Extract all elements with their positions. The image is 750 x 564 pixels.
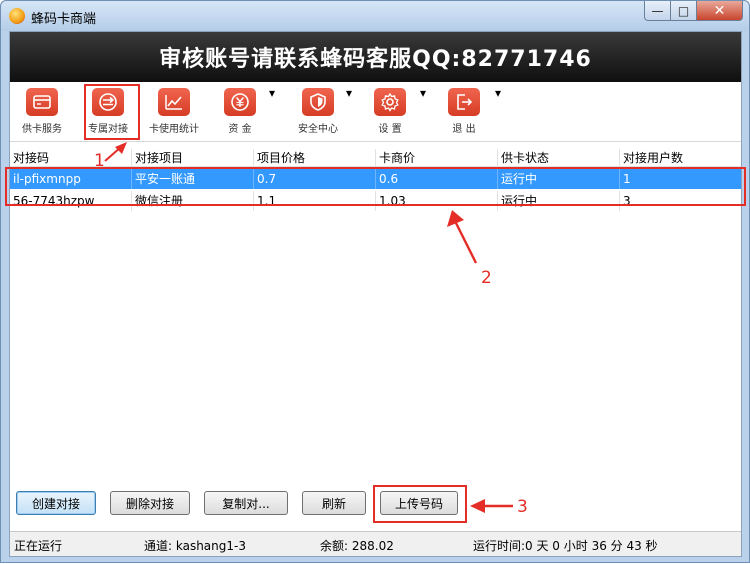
annotation-label-2: 2 bbox=[481, 268, 492, 288]
client-area: 审核账号请联系蜂码客服QQ:82771746 供卡服务 专属对接 卡使用统计 资… bbox=[9, 31, 742, 557]
table-header: 对接码 对接项目 项目价格 卡商价 供卡状态 对接用户数 bbox=[10, 149, 741, 167]
toolbar-card-stats[interactable]: 卡使用统计 bbox=[146, 86, 202, 138]
toolbar-exit[interactable]: 退 出 bbox=[440, 86, 488, 138]
toolbar-label: 供卡服务 bbox=[22, 124, 62, 135]
highlight-box-exclusive-connect bbox=[84, 84, 140, 140]
highlight-box-upload bbox=[373, 485, 467, 523]
column-header[interactable]: 供卡状态 bbox=[498, 149, 620, 167]
toolbar-settings[interactable]: 设 置 bbox=[366, 86, 414, 138]
copy-connection-button[interactable]: 复制对... bbox=[204, 491, 288, 515]
column-header[interactable]: 项目价格 bbox=[254, 149, 376, 167]
toolbar-card-service[interactable]: 供卡服务 bbox=[16, 86, 68, 138]
title-bar[interactable]: 蜂码卡商端 — □ ✕ bbox=[1, 1, 749, 31]
window-title: 蜂码卡商端 bbox=[31, 12, 97, 27]
maximize-button[interactable]: □ bbox=[671, 1, 697, 21]
yuan-icon bbox=[224, 88, 256, 116]
column-header[interactable]: 对接码 bbox=[10, 149, 132, 167]
toolbar-label: 资 金 bbox=[228, 124, 252, 135]
toolbar: 供卡服务 专属对接 卡使用统计 资 金 ▾ 安全中心 ▾ 设 置 ▾ 退 出 ▾ bbox=[10, 82, 741, 142]
status-channel: 通道: kashang1-3 bbox=[144, 539, 246, 553]
toolbar-funds[interactable]: 资 金 bbox=[218, 86, 262, 138]
card-icon bbox=[26, 88, 58, 116]
column-header[interactable]: 对接用户数 bbox=[620, 149, 741, 167]
status-bar: 正在运行 通道: kashang1-3 余额: 288.02 运行时间:0 天 … bbox=[10, 531, 741, 556]
column-header[interactable]: 卡商价 bbox=[376, 149, 498, 167]
window-controls: — □ ✕ bbox=[644, 1, 743, 21]
highlight-box-row bbox=[5, 167, 746, 206]
funds-dropdown-arrow[interactable]: ▾ bbox=[269, 86, 275, 138]
security-dropdown-arrow[interactable]: ▾ bbox=[346, 86, 352, 138]
exit-icon bbox=[448, 88, 480, 116]
toolbar-label: 卡使用统计 bbox=[149, 124, 199, 135]
annotation-label-3: 3 bbox=[517, 497, 528, 517]
toolbar-label: 退 出 bbox=[452, 124, 476, 135]
annotation-label-1: 1 bbox=[94, 151, 105, 171]
status-state: 正在运行 bbox=[14, 539, 63, 553]
toolbar-label: 安全中心 bbox=[298, 124, 338, 135]
status-balance: 余额: 288.02 bbox=[320, 539, 394, 553]
toolbar-security-center[interactable]: 安全中心 bbox=[290, 86, 346, 138]
exit-dropdown-arrow[interactable]: ▾ bbox=[495, 86, 501, 138]
refresh-button[interactable]: 刷新 bbox=[302, 491, 366, 515]
column-header[interactable]: 对接项目 bbox=[132, 149, 254, 167]
gear-icon bbox=[374, 88, 406, 116]
chart-icon bbox=[158, 88, 190, 116]
banner-text: 审核账号请联系蜂码客服QQ:82771746 bbox=[159, 47, 592, 72]
settings-dropdown-arrow[interactable]: ▾ bbox=[420, 86, 426, 138]
close-button[interactable]: ✕ bbox=[697, 1, 743, 21]
action-button-bar: 创建对接 删除对接 复制对... 刷新 上传号码 bbox=[10, 485, 741, 525]
toolbar-label: 设 置 bbox=[378, 124, 402, 135]
app-bee-icon bbox=[9, 8, 25, 24]
main-window: 蜂码卡商端 — □ ✕ 审核账号请联系蜂码客服QQ:82771746 供卡服务 bbox=[0, 0, 750, 563]
delete-connection-button[interactable]: 删除对接 bbox=[110, 491, 190, 515]
shield-icon bbox=[302, 88, 334, 116]
banner: 审核账号请联系蜂码客服QQ:82771746 bbox=[10, 32, 741, 82]
minimize-button[interactable]: — bbox=[644, 1, 671, 21]
create-connection-button[interactable]: 创建对接 bbox=[16, 491, 96, 515]
status-runtime: 运行时间:0 天 0 小时 36 分 43 秒 bbox=[473, 539, 658, 553]
